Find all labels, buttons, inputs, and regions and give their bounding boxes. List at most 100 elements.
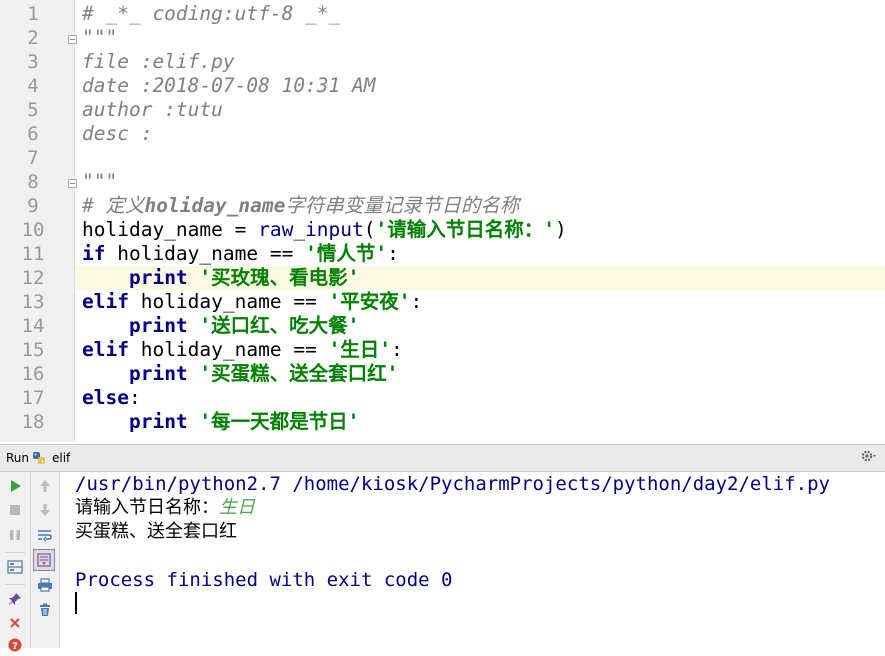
layout-icon[interactable]: [4, 556, 26, 578]
console-exit-message: Process finished with exit code 0: [75, 569, 453, 591]
line-number: 12: [21, 267, 45, 289]
line-number: 13: [21, 291, 45, 313]
line-number: 2: [27, 27, 39, 49]
line-number: 11: [21, 243, 45, 265]
trash-icon[interactable]: [34, 599, 56, 621]
comment-variable: holiday_name: [144, 194, 286, 217]
run-console[interactable]: /usr/bin/python2.7 /home/kiosk/PycharmPr…: [60, 472, 885, 648]
string-literal: '平安夜': [328, 290, 411, 313]
code-token: :: [391, 338, 403, 361]
code-editor[interactable]: 1 2 3 4 5 6 7 8 9 10 11 12 13 14 15 16 1…: [0, 0, 885, 442]
line-number: 18: [21, 411, 45, 433]
string-literal: '送口红、吃大餐': [199, 314, 360, 337]
console-command: /usr/bin/python2.7 /home/kiosk/PycharmPr…: [75, 473, 830, 495]
code-line[interactable]: # _*_ coding:utf-8 _*_: [82, 2, 340, 26]
python-file-icon: [32, 451, 46, 468]
string-literal: '生日': [328, 338, 392, 361]
console-output: 买蛋糕、送全套口红: [75, 521, 237, 542]
toolbar-divider: [5, 584, 25, 585]
code-line[interactable]: """: [82, 170, 117, 194]
stop-icon[interactable]: [4, 499, 26, 521]
line-number: 3: [27, 51, 39, 73]
keyword: print: [128, 314, 188, 337]
string-literal: '请输入节日名称：': [375, 218, 556, 241]
close-icon[interactable]: [4, 612, 26, 634]
function-name: raw_input: [258, 218, 364, 241]
code-token: ): [555, 218, 567, 241]
run-panel-header: Run elif: [0, 444, 885, 472]
line-number-gutter: 1 2 3 4 5 6 7 8 9 10 11 12 13 14 15 16 1…: [0, 0, 77, 442]
code-token: (: [363, 218, 376, 241]
scroll-to-end-icon[interactable]: [33, 549, 55, 571]
code-token: holiday_name ==: [128, 290, 329, 313]
code-line[interactable]: elif holiday_name == '生日':: [82, 338, 403, 362]
line-number: 7: [27, 147, 39, 169]
run-config-tab[interactable]: elif: [52, 451, 70, 465]
code-token: :: [128, 386, 141, 409]
code-line[interactable]: desc :: [82, 122, 152, 146]
line-number: 17: [21, 387, 45, 409]
code-line[interactable]: holiday_name = raw_input('请输入节日名称：'): [82, 218, 567, 242]
console-prompt-line: 请输入节日名称：生日: [75, 496, 255, 520]
line-number: 15: [21, 339, 45, 361]
pause-icon[interactable]: [4, 524, 26, 546]
run-panel-title[interactable]: Run: [6, 451, 29, 465]
code-line[interactable]: """: [82, 26, 117, 50]
run-icon[interactable]: [4, 475, 26, 497]
console-prompt: 请输入节日名称：: [75, 497, 219, 518]
print-icon[interactable]: [34, 574, 56, 596]
svg-text:?: ?: [12, 641, 18, 652]
line-number: 9: [27, 195, 39, 217]
code-token: holiday_name ==: [128, 338, 329, 361]
keyword: print: [128, 362, 188, 385]
comment-text: 定义: [105, 194, 145, 217]
line-number: 1: [27, 3, 39, 25]
string-literal: '每一天都是节日': [199, 410, 360, 433]
line-number: 8: [27, 171, 39, 193]
code-line[interactable]: file :elif.py: [82, 50, 235, 74]
code-line[interactable]: print '买玫瑰、看电影': [82, 266, 359, 290]
comment-hash: #: [82, 194, 106, 217]
code-token: holiday_name ==: [105, 242, 306, 265]
code-line[interactable]: elif holiday_name == '平安夜':: [82, 290, 422, 314]
keyword: print: [128, 410, 188, 433]
code-line[interactable]: else:: [82, 386, 141, 410]
code-line[interactable]: # 定义holiday_name字符串变量记录节日的名称: [82, 194, 519, 218]
code-line[interactable]: print '买蛋糕、送全套口红': [82, 362, 398, 386]
string-literal: '买蛋糕、送全套口红': [199, 362, 399, 385]
line-number: 10: [21, 219, 45, 241]
run-toolbar-primary: ?: [0, 472, 31, 652]
keyword: elif: [82, 338, 129, 361]
code-line[interactable]: print '送口红、吃大餐': [82, 314, 359, 338]
run-toolbar-secondary: [31, 472, 60, 648]
fold-marker-icon[interactable]: [68, 35, 77, 44]
line-number: 4: [27, 75, 39, 97]
line-number: 5: [27, 99, 39, 121]
console-user-input: 生日: [219, 497, 255, 518]
string-literal: '买玫瑰、看电影': [199, 266, 360, 289]
help-icon[interactable]: ?: [4, 634, 26, 656]
code-line[interactable]: if holiday_name == '情人节':: [82, 242, 399, 266]
fold-marker-icon[interactable]: [68, 179, 77, 188]
keyword: print: [128, 266, 188, 289]
string-literal: '情人节': [305, 242, 388, 265]
code-line[interactable]: print '每一天都是节日': [82, 410, 359, 434]
pin-icon[interactable]: [4, 588, 26, 610]
code-line[interactable]: author :tutu: [82, 98, 223, 122]
code-token: :: [387, 242, 399, 265]
gear-icon[interactable]: [861, 449, 879, 467]
code-token: holiday_name =: [82, 218, 259, 241]
console-caret: [75, 592, 77, 614]
keyword: if: [82, 242, 106, 265]
soft-wrap-icon[interactable]: [34, 524, 56, 546]
up-arrow-icon[interactable]: [34, 475, 56, 497]
code-line[interactable]: date :2018-07-08 10:31 AM: [82, 74, 376, 98]
toolbar-divider: [5, 552, 25, 553]
down-arrow-icon[interactable]: [34, 499, 56, 521]
